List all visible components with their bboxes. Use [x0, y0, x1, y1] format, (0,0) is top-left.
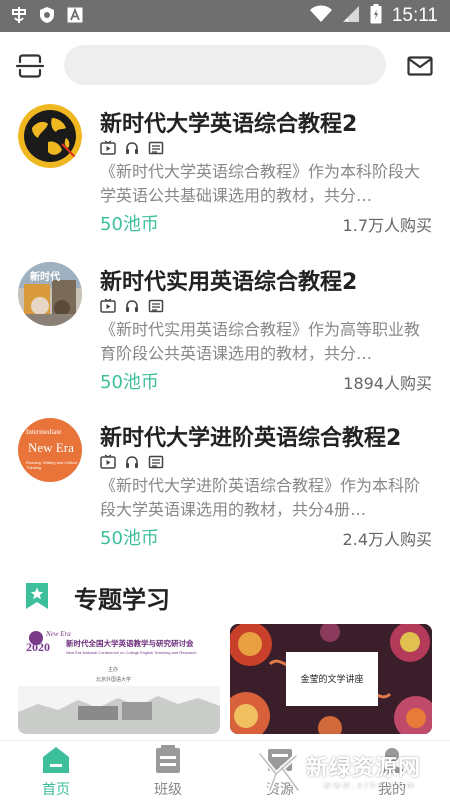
course-description: 《新时代大学英语综合教程》作为本科阶段大学英语公共基础课选用的教材，共分…: [100, 162, 421, 205]
banner-brand: New Era: [46, 630, 71, 638]
mail-icon: [407, 56, 433, 76]
site-watermark: 新绿资源网 www.xlhs.com: [256, 750, 434, 794]
course-description: 《新时代实用英语综合教程》作为高等职业教育阶段公共英语课选用的教材，共分…: [100, 320, 421, 363]
topic-banner-conference[interactable]: New Era 2020 新时代全国大学英语教学与研究研讨会 New Era N…: [18, 624, 220, 734]
document-icon: [148, 298, 164, 314]
wifi-icon: [309, 5, 332, 27]
lecture-title: 金莹的文学讲座: [300, 675, 364, 685]
shield-icon: [38, 6, 56, 24]
watermark-url: www.xlhs.com: [324, 780, 418, 790]
headphones-icon: [124, 140, 140, 156]
document-icon: [148, 140, 164, 156]
banner-title: 新时代全国大学英语教学与研究研讨会: [66, 639, 194, 648]
course-price: 50池币: [100, 528, 159, 549]
course-buyers: 1.7万人购买: [342, 216, 432, 235]
thumb-label-line3: Reading, Writing and Critical Thinking: [26, 460, 77, 470]
nav-class-label: 班级: [154, 782, 182, 798]
scan-button[interactable]: [14, 50, 46, 82]
course-item[interactable]: Intermediate New Era Reading, Writing an…: [0, 412, 450, 570]
course-title: 新时代大学英语综合教程2: [100, 112, 358, 137]
topic-section-header: 专题学习: [0, 578, 450, 614]
banner-year: 2020: [26, 640, 50, 654]
thumb-label-line2: New Era: [28, 440, 74, 455]
course-description: 《新时代大学进阶英语综合教程》作为本科阶段大学英语课选用的教材，共分4册…: [100, 476, 421, 519]
course-price: 50池币: [100, 372, 159, 393]
status-bar: 15:11: [0, 0, 450, 32]
course-media-icons: [100, 140, 164, 156]
nav-home-label: 首页: [42, 782, 70, 798]
banner-host-label: 主办: [108, 667, 119, 673]
bookmark-star-icon: [24, 582, 50, 610]
thumb-label: 新时代: [30, 272, 60, 283]
watermark-text: 新绿资源网: [306, 756, 422, 781]
signal-icon: [342, 5, 360, 27]
scan-icon: [15, 54, 45, 78]
home-icon: [43, 747, 69, 773]
a-letter-icon: [66, 6, 84, 24]
course-item[interactable]: 新时代 新时代实用英语综合教程2 《新时代实用英语综合教程》作为高等职业教育阶段…: [0, 256, 450, 414]
course-thumbnail: [18, 104, 82, 168]
topic-title: 专题学习: [74, 586, 170, 614]
course-buyers: 2.4万人购买: [342, 530, 432, 549]
video-icon: [100, 298, 116, 314]
nav-home[interactable]: 首页: [16, 745, 96, 799]
watermark-logo-icon: [257, 751, 301, 793]
course-buyers: 1894人购买: [343, 374, 432, 393]
message-button[interactable]: [404, 50, 436, 82]
top-bar: [0, 40, 450, 92]
course-thumbnail: 新时代: [18, 262, 82, 326]
headphones-icon: [124, 298, 140, 314]
thumb-label-line1: Intermediate: [26, 428, 62, 436]
course-title: 新时代大学进阶英语综合教程2: [100, 426, 402, 451]
battery-icon: [370, 4, 382, 28]
nav-class[interactable]: 班级: [128, 745, 208, 799]
banner-host-name: 北京外国语大学: [96, 677, 132, 683]
course-price: 50池币: [100, 214, 159, 235]
status-icons-left: [10, 6, 84, 24]
video-icon: [100, 140, 116, 156]
app-notification-icon: [10, 6, 28, 24]
course-item[interactable]: 新时代大学英语综合教程2 《新时代大学英语综合教程》作为本科阶段大学英语公共基础…: [0, 98, 450, 256]
banner-subtitle: New Era National Conference on College E…: [66, 650, 197, 655]
course-title: 新时代实用英语综合教程2: [100, 270, 358, 295]
status-time: 15:11: [391, 5, 438, 26]
status-icons-right: 15:11: [309, 4, 438, 28]
course-media-icons: [100, 298, 164, 314]
class-icon: [156, 745, 180, 773]
search-input[interactable]: [64, 45, 386, 85]
course-media-icons: [100, 454, 164, 470]
document-icon: [148, 454, 164, 470]
headphones-icon: [124, 454, 140, 470]
video-icon: [100, 454, 116, 470]
course-thumbnail: Intermediate New Era Reading, Writing an…: [18, 418, 82, 482]
topic-banner-lecture[interactable]: 金莹的文学讲座: [230, 624, 432, 734]
